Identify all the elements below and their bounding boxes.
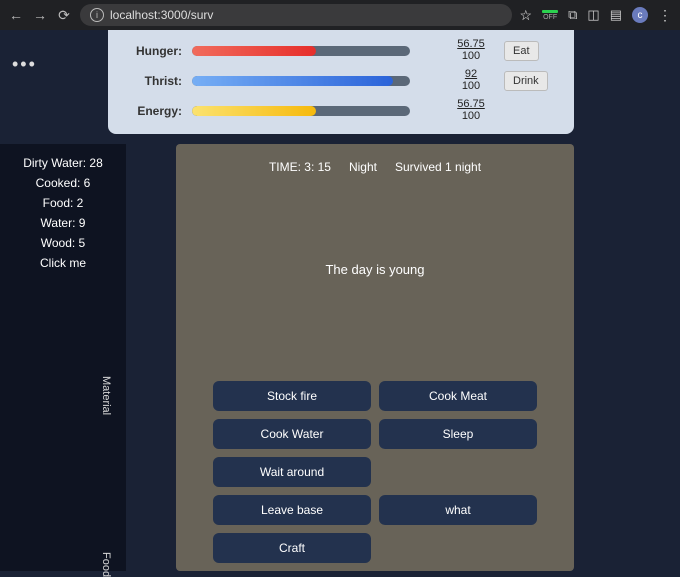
hunger-bar	[192, 46, 410, 56]
sleep-button[interactable]: Sleep	[379, 419, 537, 449]
phase-label: Night	[349, 160, 377, 174]
back-icon[interactable]: ←	[8, 7, 24, 23]
inventory-item[interactable]: Water: 9	[0, 216, 126, 230]
reload-icon[interactable]: ⟳	[56, 7, 72, 24]
time-label: TIME: 3: 15	[269, 160, 331, 174]
browser-chrome: ← → ⟳ i localhost:3000/surv ☆ OFF ⧉ ◫ ▤ …	[0, 0, 680, 30]
energy-label: Energy:	[118, 104, 192, 118]
leave-base-button[interactable]: Leave base	[213, 495, 371, 525]
inventory-item[interactable]: Food: 2	[0, 196, 126, 210]
wait-around-button[interactable]: Wait around	[213, 457, 371, 487]
inventory-item[interactable]: Click me	[0, 256, 126, 270]
time-bar: TIME: 3: 15 Night Survived 1 night	[176, 160, 574, 174]
inventory-panel: Dirty Water: 28 Cooked: 6 Food: 2 Water:…	[0, 144, 126, 571]
thirst-label: Thrist:	[118, 74, 192, 88]
material-section-label: Material	[100, 376, 112, 415]
what-button[interactable]: what	[379, 495, 537, 525]
side-panel-icon[interactable]: ▤	[610, 7, 622, 23]
extensions-icon[interactable]: ⧉	[568, 7, 577, 23]
craft-button[interactable]: Craft	[213, 533, 371, 563]
extension-off-badge[interactable]: OFF	[542, 10, 558, 21]
app-menu-button[interactable]: •••	[12, 54, 37, 75]
inventory-item[interactable]: Cooked: 6	[0, 176, 126, 190]
bookmark-icon[interactable]: ☆	[520, 7, 533, 24]
url-text: localhost:3000/surv	[110, 8, 213, 22]
hunger-value: 56.75 100	[442, 39, 500, 62]
survived-label: Survived 1 night	[395, 160, 481, 174]
stock-fire-button[interactable]: Stock fire	[213, 381, 371, 411]
app-root: ••• Hunger: 56.75 100 Eat Thrist: 92 100…	[0, 30, 680, 571]
cook-water-button[interactable]: Cook Water	[213, 419, 371, 449]
site-info-icon[interactable]: i	[90, 8, 104, 22]
game-stage: TIME: 3: 15 Night Survived 1 night The d…	[176, 144, 574, 571]
thirst-bar	[192, 76, 410, 86]
devtools-icon[interactable]: ◫	[587, 7, 599, 23]
thirst-bar-fill	[192, 76, 393, 86]
eat-button[interactable]: Eat	[504, 41, 539, 61]
browser-menu-icon[interactable]: ⋮	[658, 7, 672, 24]
stats-panel: Hunger: 56.75 100 Eat Thrist: 92 100 Dri…	[108, 30, 574, 134]
hunger-bar-fill	[192, 46, 316, 56]
energy-value: 56.75 100	[442, 99, 500, 122]
energy-row: Energy: 56.75 100	[118, 96, 564, 126]
action-buttons: Stock fire Cook Meat Cook Water Sleep Wa…	[176, 381, 574, 563]
inventory-item[interactable]: Dirty Water: 28	[0, 156, 126, 170]
food-section-label: Food	[100, 552, 112, 577]
drink-button[interactable]: Drink	[504, 71, 548, 91]
hunger-row: Hunger: 56.75 100 Eat	[118, 36, 564, 66]
forward-icon[interactable]: →	[32, 7, 48, 23]
profile-avatar[interactable]: c	[632, 7, 648, 23]
inventory-item[interactable]: Wood: 5	[0, 236, 126, 250]
thirst-row: Thrist: 92 100 Drink	[118, 66, 564, 96]
stage-message: The day is young	[176, 262, 574, 277]
address-bar[interactable]: i localhost:3000/surv	[80, 4, 512, 26]
thirst-value: 92 100	[442, 69, 500, 92]
hunger-label: Hunger:	[118, 44, 192, 58]
cook-meat-button[interactable]: Cook Meat	[379, 381, 537, 411]
energy-bar	[192, 106, 410, 116]
energy-bar-fill	[192, 106, 316, 116]
